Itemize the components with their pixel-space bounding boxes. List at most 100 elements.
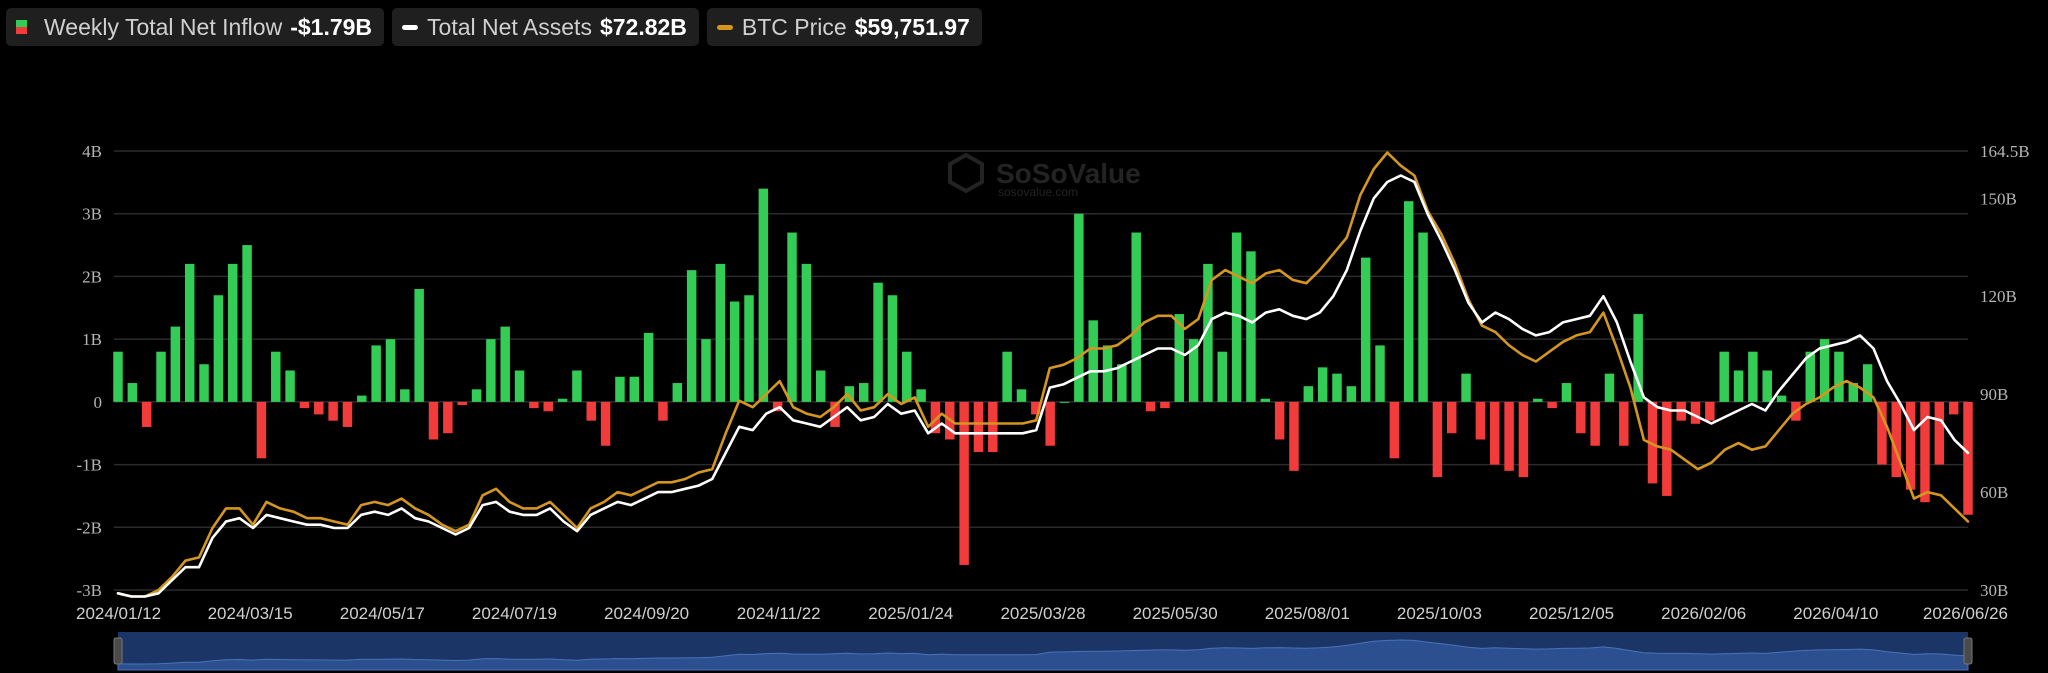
inflow-bar: [1016, 389, 1027, 402]
x-tick-label: 2026/02/06: [1661, 604, 1746, 623]
right-tick-label: 30B: [1980, 581, 2008, 600]
inflow-bar: [256, 401, 267, 459]
inflow-bar: [299, 401, 310, 409]
inflow-bar: [1332, 373, 1342, 402]
inflow-chart: SoSoValue sosovalue.com 4B 3B 2B 1B 0 -1B -2B -…: [76, 142, 2030, 671]
navigator-handle[interactable]: [1963, 637, 1973, 665]
inflow-bar: [184, 263, 195, 402]
left-axis: 4B 3B 2B 1B 0 -1B -2B -3B: [77, 142, 103, 600]
inflow-bar: [357, 395, 367, 402]
inflow-bar: [1088, 320, 1098, 402]
inflow-bar: [213, 295, 224, 402]
inflow-bar: [170, 326, 181, 402]
inflow-bar: [787, 232, 797, 402]
inflow-bar: [973, 401, 984, 453]
inflow-bar: [887, 295, 898, 402]
inflow-bar: [1074, 213, 1084, 402]
inflow-bar: [1246, 251, 1256, 402]
inflow-bar: [701, 339, 711, 402]
inflow-bar: [1475, 401, 1486, 440]
left-tick-label: -1B: [77, 456, 103, 475]
x-tick-label: 2024/03/15: [208, 604, 293, 623]
inflow-bar: [1274, 401, 1285, 440]
inflow-bar: [1389, 401, 1400, 459]
inflow-bar: [371, 345, 381, 402]
x-tick-label: 2024/09/20: [604, 604, 689, 623]
watermark-url: sosovalue.com: [998, 185, 1078, 199]
inflow-bar: [113, 351, 123, 402]
inflow-bar: [414, 288, 424, 402]
inflow-bar: [1762, 370, 1772, 402]
inflow-bar: [127, 383, 138, 402]
inflow-bar: [1461, 373, 1471, 402]
inflow-bar: [1948, 401, 1959, 415]
right-tick-label: 60B: [1980, 483, 2008, 502]
inflow-bar: [1590, 401, 1600, 446]
inflow-bar: [529, 401, 539, 409]
inflow-bar: [1705, 401, 1715, 421]
inflow-bar: [443, 401, 453, 434]
inflow-bar: [156, 351, 166, 402]
inflow-bars: [113, 188, 1973, 565]
range-navigator[interactable]: [113, 632, 1973, 671]
inflow-bar: [314, 401, 324, 415]
inflow-bar: [686, 270, 697, 402]
inflow-bar: [873, 282, 883, 402]
inflow-bar: [1733, 370, 1744, 402]
navigator-handle[interactable]: [113, 637, 123, 665]
inflow-bar: [1576, 401, 1586, 434]
x-tick-label: 2025/03/28: [1000, 604, 1085, 623]
inflow-bar: [1002, 351, 1012, 402]
x-tick-label: 2024/01/12: [76, 604, 161, 623]
inflow-bar: [1217, 351, 1227, 402]
total-net-assets-line: [116, 174, 1970, 598]
left-tick-label: 3B: [82, 205, 102, 224]
inflow-bar: [141, 401, 152, 427]
right-tick-label: 90B: [1980, 385, 2008, 404]
inflow-bar: [758, 188, 769, 402]
x-tick-label: 2025/01/24: [868, 604, 953, 623]
x-tick-label: 2025/08/01: [1265, 604, 1350, 623]
inflow-bar: [916, 389, 926, 402]
inflow-bar: [471, 389, 482, 402]
inflow-bar: [988, 401, 998, 453]
right-tick-label: 120B: [1980, 287, 2017, 306]
inflow-bar: [902, 351, 912, 402]
inflow-bar: [744, 295, 754, 402]
inflow-bar: [1289, 401, 1299, 471]
inflow-bar: [400, 389, 410, 402]
inflow-bar: [1518, 401, 1529, 478]
inflow-bar: [672, 383, 683, 402]
inflow-bar: [815, 370, 826, 402]
inflow-bar: [1446, 401, 1457, 434]
inflow-bar: [1418, 232, 1428, 402]
btc-price-line: [116, 151, 1970, 598]
inflow-bar: [1776, 395, 1787, 402]
right-tick-label: 164.5B: [1980, 142, 2030, 161]
inflow-bar: [285, 370, 295, 402]
inflow-bar: [1748, 351, 1758, 402]
x-tick-label: 2026/06/26: [1923, 604, 2008, 623]
left-tick-label: -3B: [77, 581, 103, 600]
left-tick-label: 1B: [82, 330, 102, 349]
inflow-bar: [1504, 401, 1514, 471]
inflow-bar: [1346, 386, 1357, 402]
inflow-bar: [199, 364, 209, 402]
inflow-bar: [328, 401, 338, 421]
watermark: SoSoValue sosovalue.com: [948, 152, 1141, 199]
x-tick-label: 2025/10/03: [1397, 604, 1482, 623]
inflow-bar: [615, 376, 625, 402]
left-tick-label: 0: [94, 393, 103, 412]
x-tick-label: 2026/04/10: [1793, 604, 1878, 623]
inflow-bar: [457, 401, 467, 405]
inflow-bar: [1963, 401, 1973, 515]
right-axis: 164.5B 150B 120B 90B 60B 30B: [1980, 142, 2030, 600]
inflow-bar: [557, 398, 568, 402]
inflow-bar: [572, 370, 582, 402]
x-tick-label: 2025/05/30: [1133, 604, 1218, 623]
left-tick-label: 4B: [82, 142, 102, 161]
inflow-bar: [643, 332, 654, 402]
inflow-bar: [500, 326, 510, 402]
inflow-bar: [1131, 232, 1141, 402]
inflow-bar: [1102, 345, 1113, 402]
